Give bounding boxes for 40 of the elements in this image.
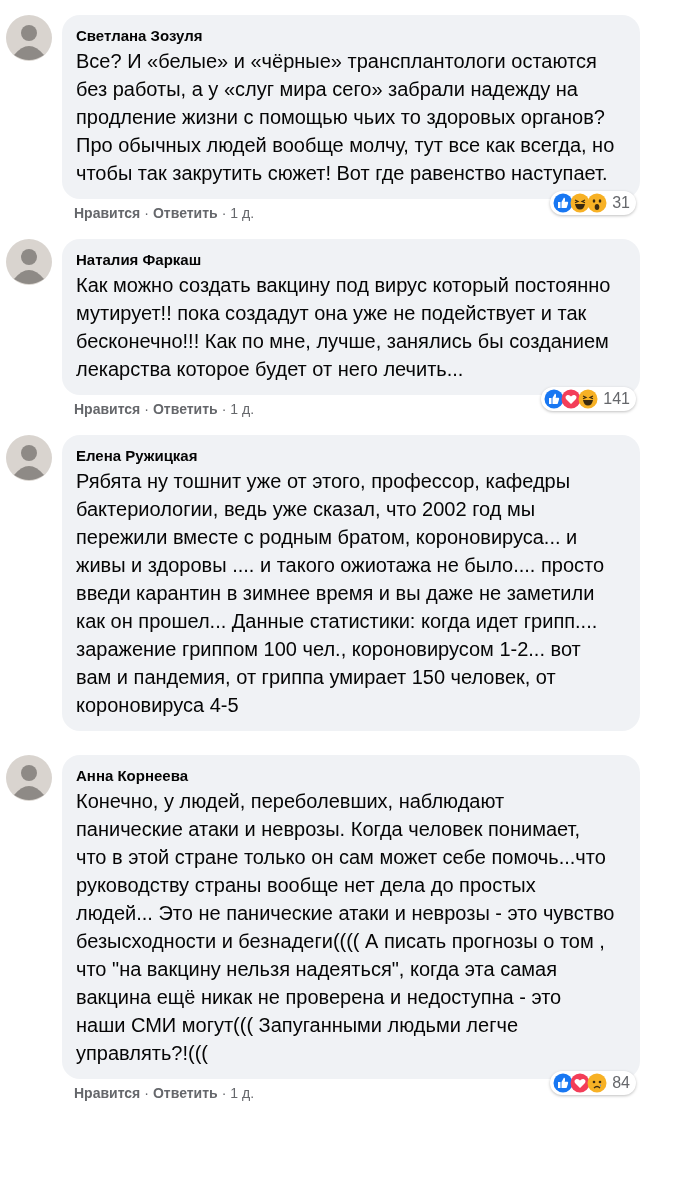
laughing-face-icon (570, 193, 591, 213)
sad-face-icon (587, 1073, 608, 1093)
author-name[interactable]: Елена Ружицкая (76, 445, 626, 467)
reply-link[interactable]: Ответить (152, 401, 218, 417)
author-name[interactable]: Наталия Фаркаш (76, 249, 626, 271)
separator-dot: · (144, 1085, 149, 1101)
avatar-icon[interactable] (6, 435, 52, 481)
avatar-icon[interactable] (6, 15, 52, 61)
reactions-pill[interactable]: 141 (541, 387, 636, 411)
like-link[interactable]: Нравится (74, 1085, 141, 1101)
comment-text: Все? И «белые» и «чёрные» трансплантологи остаются без работы, а у «слуг мира сего» забрали надежду на продление жизни с помощью чьих то здоровых органов? Про обычных людей вообще молчу, тут все как всегда, но чтобы так закрутить сюжет! Вот где равенство наступает. (76, 49, 616, 186)
separator-dot: · (144, 205, 149, 221)
thumbs-up-icon (553, 1073, 574, 1093)
separator-dot: · (144, 401, 149, 417)
like-link[interactable]: Нравится (74, 401, 141, 417)
like-link[interactable]: Нравится (74, 205, 141, 221)
thumbs-up-icon (553, 193, 574, 213)
surprised-face-icon (587, 193, 608, 213)
separator-dot: · (221, 1085, 227, 1101)
author-name[interactable]: Светлана Зозуля (76, 25, 626, 47)
reaction-count: 31 (612, 194, 630, 212)
author-name[interactable]: Анна Корнеева (76, 765, 626, 787)
reply-link[interactable]: Ответить (152, 205, 218, 221)
reaction-count: 141 (603, 390, 630, 408)
comment-text: Конечно, у людей, переболевших, наблюдают панические атаки и неврозы. Когда человек понимает, что в этой стране только он сам может себе помочь...что руководству страны вообще нет дела до простых людей... Это не панические атаки и неврозы - это чувство безысходности и безнадеги(((( А писать прогнозы о том , что "на вакцину нельзя надеяться", когда эта самая вакцина ещё никак не проверена и недоступна - это наши СМИ могут((( Запуганными людьми легче управлять?!((( (76, 789, 616, 1066)
separator-dot: · (221, 401, 227, 417)
comment-time[interactable]: 1 д. (230, 205, 255, 221)
reply-link[interactable]: Ответить (152, 1085, 218, 1101)
reaction-count: 84 (612, 1074, 630, 1092)
avatar-icon[interactable] (6, 755, 52, 801)
reactions-pill[interactable]: 31 (550, 191, 636, 215)
avatar-icon[interactable] (6, 239, 52, 285)
reactions-pill[interactable]: 84 (550, 1071, 636, 1095)
comment-text: Рябята ну тошнит уже от этого, профессор, кафедры бактериологии, ведь уже сказал, что 2002 год мы пережили вместе с родным братом, короновируса... и живы и здоровы .... и такого ожиотажа не было.... просто введи карантин в зимнее время и вы даже не заметили как он прошел... Данные статистики: когда идет грипп.... заражение гриппом 100 чел., короновирусом 1-2... вот вам и пандемия, от гриппа умирает 150 человек, от короновируса 4-5 (76, 469, 606, 718)
thumbs-up-icon (544, 389, 565, 409)
laughing-face-icon (578, 389, 599, 409)
comment-time[interactable]: 1 д. (230, 401, 255, 417)
separator-dot: · (221, 205, 227, 221)
comment-time[interactable]: 1 д. (230, 1085, 255, 1101)
comment-text: Как можно создать вакцину под вирус который постоянно мутирует!! пока создадут она уже не подействует и так бесконечно!!! Как по мне, лучше, занялись бы созданием лекарства которое будет от него лечить... (76, 273, 612, 382)
